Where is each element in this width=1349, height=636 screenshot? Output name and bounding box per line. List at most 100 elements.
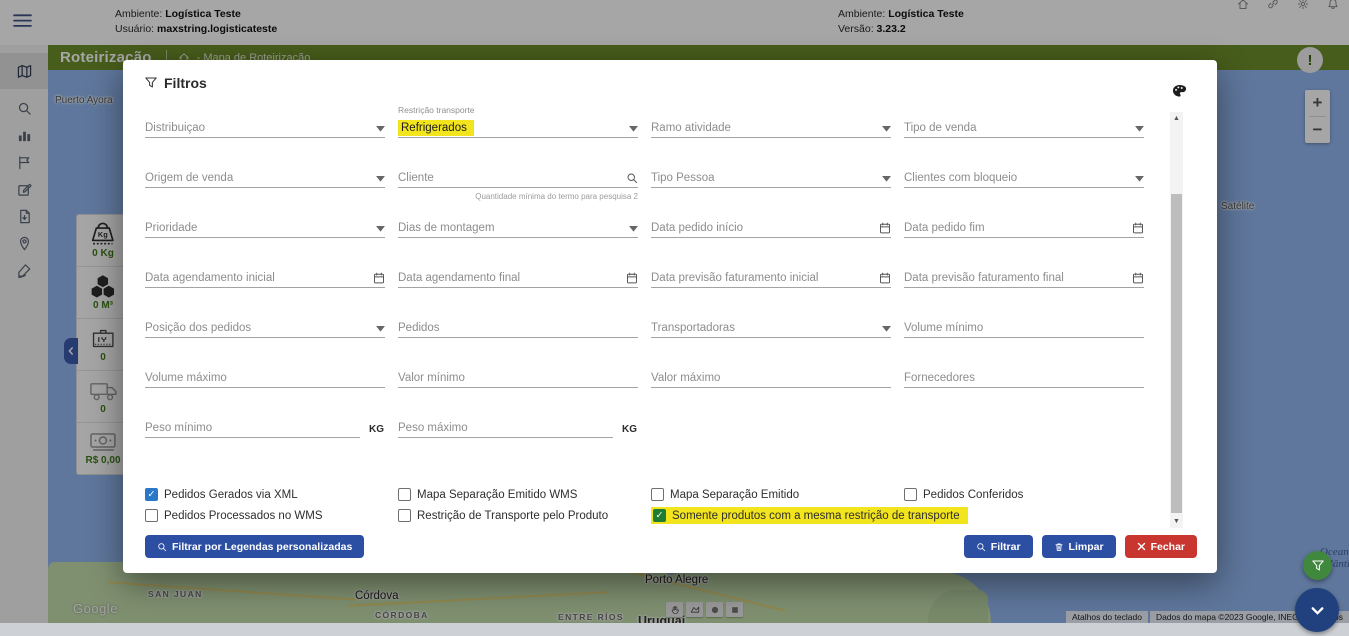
modal-title: Filtros — [145, 75, 207, 91]
button-label: Limpar — [1069, 541, 1104, 553]
field-origem-de-venda[interactable]: Origem de venda — [145, 170, 398, 220]
field-placeholder: Fornecedores — [904, 372, 975, 384]
scrollbar-track[interactable] — [1170, 125, 1183, 515]
field-placeholder: Distribuiçao — [145, 122, 205, 134]
calendar-icon[interactable] — [626, 272, 638, 284]
field-cliente[interactable]: ClienteQuantidade mínima do termo para p… — [398, 170, 651, 220]
field-placeholder: Pedidos — [398, 322, 440, 334]
dropdown-icon[interactable] — [629, 126, 638, 134]
field-helper: Quantidade mínima do termo para pesquisa… — [475, 192, 638, 201]
scroll-down-button[interactable]: ▼ — [1170, 515, 1183, 528]
field-peso-maximo[interactable]: Peso máximo KG — [398, 420, 651, 470]
dropdown-icon[interactable] — [882, 176, 891, 184]
field-valor-minimo[interactable]: Valor mínimo — [398, 370, 651, 420]
filtrar-button[interactable]: Filtrar — [964, 535, 1033, 558]
search-icon[interactable] — [626, 172, 638, 184]
field-placeholder: Data agendamento final — [398, 272, 520, 284]
calendar-icon[interactable] — [879, 222, 891, 234]
checkbox[interactable] — [145, 509, 158, 522]
dropdown-icon[interactable] — [882, 126, 891, 134]
field-placeholder: Prioridade — [145, 222, 197, 234]
checkbox[interactable] — [904, 488, 917, 501]
field-placeholder: Data previsão faturamento final — [904, 272, 1064, 284]
field-value: Refrigerados — [398, 120, 474, 136]
field-placeholder: Volume máximo — [145, 372, 227, 384]
checkbox[interactable] — [398, 488, 411, 501]
dropdown-icon[interactable] — [376, 226, 385, 234]
field-sublabel: Restrição transporte — [398, 105, 475, 115]
dropdown-icon[interactable] — [376, 326, 385, 334]
field-valor-maximo[interactable]: Valor máximo — [651, 370, 904, 420]
field-distribuicao[interactable]: Distribuiçao — [145, 120, 398, 170]
filter-row: Volume máximo Valor mínimoValor máximo For… — [145, 370, 1157, 420]
field-placeholder: Tipo Pessoa — [651, 172, 715, 184]
collapse-fab[interactable] — [1295, 588, 1339, 632]
field-prioridade[interactable]: Prioridade — [145, 220, 398, 270]
calendar-icon[interactable] — [373, 272, 385, 284]
dropdown-icon[interactable] — [1135, 176, 1144, 184]
checkbox-pedidos-conferidos[interactable]: Pedidos Conferidos — [904, 488, 1157, 501]
filter-row: Peso mínimoKGPeso máximo KG — [145, 420, 1157, 470]
field-data-pedido-fim[interactable]: Data pedido fim — [904, 220, 1157, 270]
scroll-up-button[interactable]: ▲ — [1170, 112, 1183, 125]
calendar-icon[interactable] — [1132, 222, 1144, 234]
field-data-agendamento-final[interactable]: Data agendamento final — [398, 270, 651, 320]
field-tipo-de-venda[interactable]: Tipo de venda — [904, 120, 1157, 170]
field-placeholder: Clientes com bloqueio — [904, 172, 1017, 184]
limpar-button[interactable]: Limpar — [1042, 535, 1116, 558]
checkbox[interactable]: ✓ — [653, 509, 666, 522]
field-placeholder: Tipo de venda — [904, 122, 976, 134]
unit-suffix: KG — [622, 424, 637, 435]
field-data-previsao-faturamento-final[interactable]: Data previsão faturamento final — [904, 270, 1157, 320]
dropdown-icon[interactable] — [376, 126, 385, 134]
scrollbar-thumb[interactable] — [1171, 194, 1182, 513]
checkbox[interactable] — [398, 509, 411, 522]
trash-icon — [1054, 542, 1064, 552]
field-restricao-transporte[interactable]: Restrição transporteRefrigerados — [398, 120, 651, 170]
field-dias-de-montagem[interactable]: Dias de montagem — [398, 220, 651, 270]
field-pedidos[interactable]: Pedidos — [398, 320, 651, 370]
field-transportadoras[interactable]: Transportadoras — [651, 320, 904, 370]
field-placeholder: Valor máximo — [651, 372, 720, 384]
field-data-agendamento-inicial[interactable]: Data agendamento inicial — [145, 270, 398, 320]
filter-by-legends-button[interactable]: Filtrar por Legendas personalizadas — [145, 535, 364, 558]
checkbox-restricao-de-transporte-pelo-produto[interactable]: Restrição de Transporte pelo Produto — [398, 509, 651, 522]
map-filter-fab[interactable] — [1303, 551, 1332, 580]
checkbox[interactable]: ✓ — [145, 488, 158, 501]
checkbox-row: Pedidos Processados no WMSRestrição de T… — [145, 505, 1157, 526]
field-posicao-dos-pedidos[interactable]: Posição dos pedidos — [145, 320, 398, 370]
field-placeholder: Data pedido início — [651, 222, 743, 234]
field-fornecedores[interactable]: Fornecedores — [904, 370, 1157, 420]
modal-scrollbar[interactable]: ▲ ▼ — [1170, 112, 1183, 528]
dropdown-icon[interactable] — [629, 226, 638, 234]
field-volume-maximo[interactable]: Volume máximo — [145, 370, 398, 420]
palette-icon[interactable] — [1172, 84, 1187, 98]
checkbox[interactable] — [651, 488, 664, 501]
field-data-pedido-inicio[interactable]: Data pedido início — [651, 220, 904, 270]
modal-footer: Filtrar por Legendas personalizadas Filt… — [145, 535, 1197, 558]
checkbox-pedidos-processados-no-wms[interactable]: Pedidos Processados no WMS — [145, 509, 398, 522]
dropdown-icon[interactable] — [882, 326, 891, 334]
field-data-previsao-faturamento-inicial[interactable]: Data previsão faturamento inicial — [651, 270, 904, 320]
dropdown-icon[interactable] — [1135, 126, 1144, 134]
checkbox-somente-produtos-com-a-mesma-restricao-de-transporte[interactable]: ✓Somente produtos com a mesma restrição … — [651, 507, 968, 524]
filter-row: Posição dos pedidosPedidos Transportadora… — [145, 320, 1157, 370]
modal-title-text: Filtros — [164, 75, 207, 91]
field-peso-minimo[interactable]: Peso mínimoKG — [145, 420, 398, 470]
field-ramo-atividade[interactable]: Ramo atividade — [651, 120, 904, 170]
checkbox-label: Pedidos Gerados via XML — [164, 489, 298, 501]
checkbox-mapa-separacao-emitido-wms[interactable]: Mapa Separação Emitido WMS — [398, 488, 651, 501]
field-clientes-com-bloqueio[interactable]: Clientes com bloqueio — [904, 170, 1157, 220]
fechar-button[interactable]: Fechar — [1125, 535, 1197, 558]
field-placeholder: Data agendamento inicial — [145, 272, 275, 284]
calendar-icon[interactable] — [879, 272, 891, 284]
checkbox-label: Mapa Separação Emitido WMS — [417, 489, 577, 501]
field-volume-minimo[interactable]: Volume mínimo — [904, 320, 1157, 370]
dropdown-icon[interactable] — [376, 176, 385, 184]
filter-row: Origem de vendaClienteQuantidade mínima … — [145, 170, 1157, 220]
checkbox-mapa-separacao-emitido[interactable]: Mapa Separação Emitido — [651, 488, 904, 501]
field-placeholder: Peso máximo — [398, 422, 468, 434]
checkbox-pedidos-gerados-via-xml[interactable]: ✓ Pedidos Gerados via XML — [145, 488, 398, 501]
calendar-icon[interactable] — [1132, 272, 1144, 284]
field-tipo-pessoa[interactable]: Tipo Pessoa — [651, 170, 904, 220]
